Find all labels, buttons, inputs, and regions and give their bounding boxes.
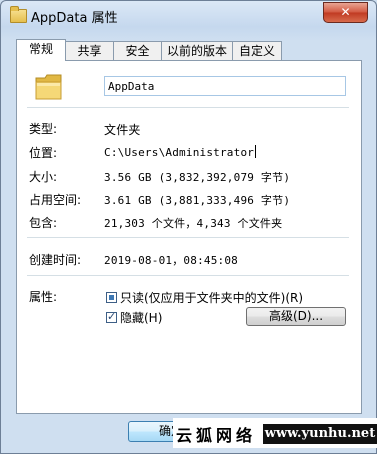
watermark-text: 云狐网络 [176, 426, 257, 445]
tab-security[interactable]: 安全 [113, 41, 162, 60]
readonly-label[interactable]: 只读(仅应用于文件夹中的文件)(R) [120, 289, 303, 306]
location-text: C:\Users\Administrator [104, 146, 255, 159]
created-label: 创建时间: [29, 253, 82, 267]
tab-sharing[interactable]: 共享 [65, 41, 114, 60]
folder-icon [10, 6, 27, 23]
hidden-label[interactable]: 隐藏(H) [120, 309, 162, 326]
contains-label: 包含: [29, 216, 58, 230]
window-title: AppData 属性 [31, 11, 118, 26]
size-label: 大小: [29, 170, 58, 184]
contains-value: 21,303 个文件，4,343 个文件夹 [104, 217, 283, 230]
size-value: 3.56 GB (3,832,392,079 字节) [104, 171, 291, 184]
watermark-url: www.yunhu.net [263, 424, 377, 444]
title-bar[interactable]: AppData 属性 ✕ [1, 1, 376, 29]
tab-general[interactable]: 常规 [16, 39, 66, 61]
close-button[interactable]: ✕ [323, 2, 368, 23]
divider [27, 107, 349, 108]
size-on-disk-label: 占用空间: [29, 193, 82, 207]
type-label: 类型: [29, 122, 58, 136]
attributes-label: 属性: [29, 290, 58, 304]
folder-name-input[interactable]: AppData [104, 76, 346, 96]
properties-window: AppData 属性 ✕ 常规 共享 安全 以前的版本 自定义 AppData … [0, 0, 377, 454]
type-value: 文件夹 [104, 123, 141, 137]
divider [27, 275, 349, 276]
created-value: 2019-08-01，08:45:08 [104, 254, 239, 267]
divider [27, 237, 349, 238]
advanced-button[interactable]: 高级(D)... [246, 307, 346, 326]
readonly-checkbox[interactable] [106, 292, 117, 303]
general-panel: AppData 类型: 文件夹 位置: C:\Users\Administrat… [16, 60, 362, 414]
size-on-disk-value: 3.61 GB (3,881,333,496 字节) [104, 194, 291, 207]
watermark: 云狐网络 www.yunhu.net [173, 418, 377, 448]
tab-customize[interactable]: 自定义 [232, 41, 282, 60]
location-value[interactable]: C:\Users\Administrator [104, 145, 257, 159]
folder-icon [35, 74, 62, 100]
location-label: 位置: [29, 146, 58, 160]
hidden-checkbox[interactable] [106, 310, 117, 323]
text-caret [255, 145, 257, 158]
tab-previous-versions[interactable]: 以前的版本 [161, 41, 233, 60]
